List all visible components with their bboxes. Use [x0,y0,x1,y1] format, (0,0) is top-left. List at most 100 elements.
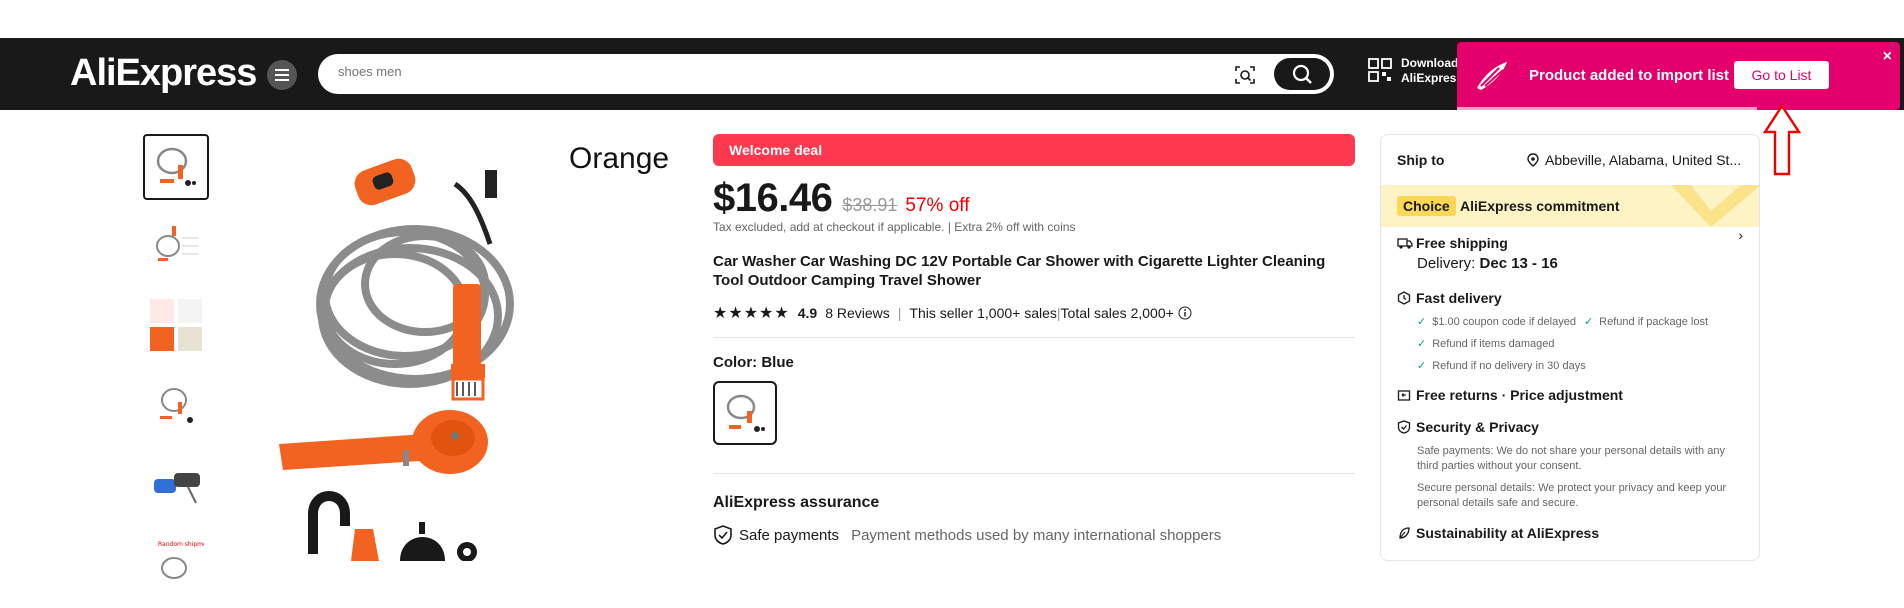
sustainability-row[interactable]: Sustainability at AliExpress [1397,525,1599,541]
search-button[interactable] [1274,58,1330,90]
assurance-title: AliExpress assurance [713,494,880,511]
safe-payments-info: Safe payments: We do not share your pers… [1417,445,1725,472]
fast-delivery-row: Fast delivery [1397,290,1502,306]
secure-details-info: Secure personal details: We protect your… [1417,482,1727,509]
thumbnail-list: Random shipment [143,134,209,608]
hamburger-icon [275,69,289,81]
qr-code-icon [1368,58,1392,82]
free-returns-row: Free returns · Price adjustment [1397,387,1623,403]
delivery-dates: Dec 13 - 16 [1479,255,1558,272]
price-line: $16.46 $38.91 57% off [713,176,1355,220]
ship-to-label: Ship to [1397,152,1445,168]
thumbnail-6[interactable]: Random shipment [143,529,209,595]
chevron-right-icon[interactable]: › [1738,227,1743,243]
original-price: $38.91 [842,195,898,215]
choice-commitment-bar[interactable]: Choice AliExpress commitment [1381,185,1759,227]
ship-location-text: Abbeville, Alabama, United St... [1545,152,1742,168]
truck-icon [1397,238,1413,249]
main-product-image[interactable]: Orange [255,134,685,562]
current-price: $16.46 [713,176,833,220]
refund-lost-text: Refund if package lost [1599,315,1709,328]
ship-to-location[interactable]: Abbeville, Alabama, United St... [1527,152,1749,168]
aliexpress-logo[interactable]: AliExpress [70,52,257,95]
total-sales: Total sales 2,000+ [1060,305,1174,321]
safe-payments-desc: Payment methods used by many internation… [851,526,1222,544]
divider [713,337,1355,338]
choice-badge: Choice [1397,196,1456,216]
check-icon: ✓ [1417,360,1427,372]
free-shipping-label: Free shipping [1416,235,1508,251]
rating-row: ★★★★★ 4.9 8 Reviews | This seller 1,000+… [713,303,1355,323]
image-color-label: Orange [569,142,670,175]
free-shipping-row[interactable]: Free shipping [1397,235,1508,251]
color-swatch-blue[interactable] [713,381,777,445]
guarantee-row-2: ✓ Refund if items damaged [1417,337,1555,351]
decorative-check-icon [1671,185,1759,227]
image-search-icon[interactable] [1234,64,1256,86]
search-icon [1292,64,1312,84]
return-box-icon [1397,390,1411,401]
security-privacy-row: Security & Privacy [1397,419,1539,435]
toast-message: Product added to import list [1529,67,1730,84]
guarantee-row-1: ✓ $1.00 coupon code if delayed ✓ Refund if… [1417,315,1709,329]
toast-progress-bar [1457,107,1757,110]
svg-text:Random shipment: Random shipment [158,541,204,548]
delivery-label: Delivery: [1417,255,1480,272]
red-up-arrow-annotation [1763,104,1801,176]
product-title: Car Washer Car Washing DC 12V Portable C… [713,253,1326,289]
menu-button[interactable] [267,60,297,90]
leaf-icon [1399,527,1410,539]
refund-damaged-text: Refund if items damaged [1432,337,1555,350]
toast-close-button[interactable]: × [1883,48,1892,66]
thumbnail-3[interactable] [143,292,209,358]
product-thumbnail-image: Random shipment [158,541,204,579]
shield-check-icon [714,525,732,545]
go-to-list-button[interactable]: Go to List [1734,61,1829,89]
commitment-text: AliExpress commitment [1460,198,1620,214]
product-info-panel: Welcome deal $16.46 $38.91 57% off Tax e… [713,134,1355,545]
thumbnail-5[interactable] [143,450,209,516]
seller-sales: This seller 1,000+ sales [909,305,1057,321]
product-thumbnail-image [156,147,196,186]
refund-no-delivery-text: Refund if no delivery in 30 days [1432,359,1586,372]
brand-feather-icon [1477,62,1507,90]
product-thumbnail-image [154,473,200,504]
thumbnail-2[interactable] [143,213,209,279]
shipping-side-panel: Ship to Abbeville, Alabama, United St...… [1380,134,1760,561]
import-toast: Product added to import list Go to List … [1457,42,1900,110]
thumbnail-1[interactable] [143,134,209,200]
rating-value: 4.9 [797,305,818,321]
safe-payments-label: Safe payments [739,526,840,544]
reviews-link[interactable]: 8 Reviews [825,305,890,321]
coupon-text: $1.00 coupon code if delayed [1432,315,1576,328]
tax-note: Tax excluded, add at checkout if applica… [713,220,1355,234]
check-icon: ✓ [1417,338,1427,350]
delivery-estimate: Delivery: Dec 13 - 16 [1417,255,1558,272]
star-rating-icon: ★★★★★ [713,305,790,322]
top-gap [0,0,1904,38]
discount-percent: 57% off [905,195,970,216]
location-pin-icon [1527,153,1539,167]
check-icon: ✓ [1417,316,1427,328]
download-line1: Download [1401,56,1459,70]
download-line2: AliExpress [1401,71,1464,85]
divider [713,473,1355,474]
color-label-text: Color: [713,354,762,371]
check-icon: ✓ [1583,316,1594,328]
sustainability-label: Sustainability at AliExpress [1416,525,1600,541]
separator: | [897,305,902,321]
thumbnail-4[interactable] [143,371,209,437]
color-value: Blue [761,354,794,371]
shield-icon [1397,420,1411,434]
free-returns-label: Free returns · Price adjustment [1416,387,1623,403]
welcome-deal-banner: Welcome deal [713,134,1355,166]
swatch-image [726,394,765,432]
search-input[interactable] [338,64,1218,79]
product-thumbnail-image [156,226,198,261]
security-privacy-label: Security & Privacy [1416,419,1539,435]
clock-icon [1397,291,1411,305]
product-thumbnail-image [160,388,193,423]
guarantee-row-3: ✓ Refund if no delivery in 30 days [1417,359,1586,373]
info-icon[interactable] [1178,306,1192,320]
product-photo [279,158,514,562]
